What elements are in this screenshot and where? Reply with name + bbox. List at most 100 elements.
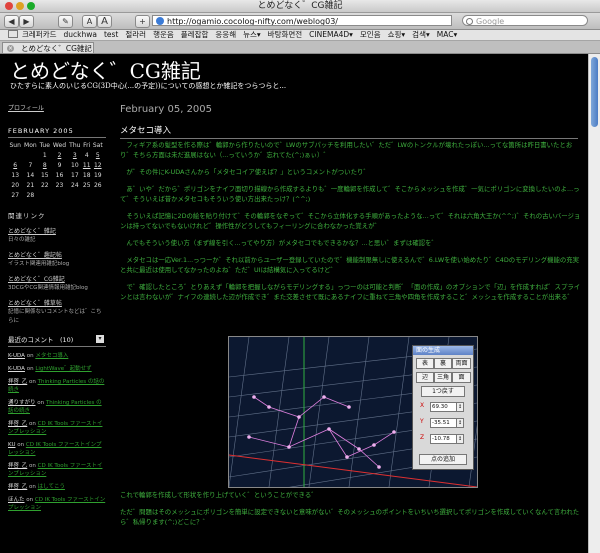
calendar-day[interactable]: 5 [92,150,104,160]
screenshot-image: 面の生成 表 裏 両面 辺 三角 面 1つ戻す X 69.30 ↕ Y -35.51 ↕ Z… [228,336,478,488]
bookmark-item[interactable]: MAC▾ [437,30,457,40]
bookmark-item[interactable]: 행운음 [153,30,174,40]
calendar-week: 6 7 8 9 10 11 12 [8,160,104,170]
search-placeholder: Google [476,17,505,26]
coordinate-stepper[interactable]: ↕ [456,434,464,444]
browser-toolbar: ◀ ▶ ✎ A A + http://ogamio.cocolog-nifty.… [0,13,600,30]
bookmark-item[interactable]: 플레잡합 [181,30,209,40]
comment-topic-link[interactable]: はしてこう [38,484,65,490]
scroll-thumb[interactable] [591,57,598,127]
comment-on-label: on [29,463,36,469]
coordinate-stepper[interactable]: ↕ [456,418,464,428]
bookmark-item[interactable]: CINEMA4D▾ [309,30,353,40]
links-heading: 関連リンク [8,212,46,220]
address-bar[interactable]: http://ogamio.cocolog-nifty.com/weblog03… [152,15,452,26]
post-title[interactable]: メタセコ導入 [120,124,578,139]
bookmark-item[interactable]: 검색▾ [412,30,430,40]
calendar-day[interactable]: 2 [51,150,67,160]
calendar-day[interactable]: 8 [38,160,51,170]
coordinate-input[interactable]: -10.78 [430,434,457,444]
post-paragraph: そういえば記憶に2Dの絵を貼り付けて゛その輪郭をなぞって゛そこから立体化する手順… [120,212,581,230]
bookmark-item[interactable]: duckhwa [64,30,97,40]
calendar-day: 24 [71,181,79,189]
front-button[interactable]: 表 [416,358,434,369]
coordinate-row: Z -10.78 ↕ [416,434,470,444]
post-paragraph: フィギア系の髪型を作る際は゛輪郭から作りたいので゛LWのサブパッチを利用したい゛… [120,141,573,159]
coordinate-input[interactable]: 69.30 [430,402,457,412]
calendar-weekday: Sat [92,141,103,149]
profile-link[interactable]: プロフィール [8,104,106,113]
post-paragraph: メタセコは一応Ver.1...っつーか゛それ以前からユーザー登録していたので゛機… [120,256,580,274]
axis-label: X [420,402,425,409]
back-button[interactable]: ◀ [4,15,19,28]
triangle-button[interactable]: 三角 [434,372,452,383]
comment-author-link[interactable]: K-UDA [8,353,25,359]
calendar-day[interactable]: 12 [92,160,104,170]
related-link[interactable]: とめどなく゛雑記 [8,227,106,236]
comment-author-link[interactable]: 拝啓_乙 [8,463,27,469]
calendar-day: 15 [40,171,49,179]
add-bookmark-button[interactable]: + [135,15,150,28]
panel-title: 面の生成 [413,346,473,355]
post-date: February 05, 2005 [120,104,213,115]
comment-author-link[interactable]: ほんた [8,497,25,503]
calendar-day: 4 [84,151,89,159]
comment-topic-link[interactable]: LightWave゛起動せず [35,366,91,372]
related-link[interactable]: とめどなく゛趣記帖 [8,251,106,260]
calendar-day[interactable]: 6 [8,160,22,170]
recent-comment: 拝啓_乙 on はしてこう [8,483,106,491]
text-larger-button[interactable]: A [97,15,112,28]
bookmark-item[interactable]: 바탕화면전 [268,30,303,40]
comment-author-link[interactable]: 拝啓_乙 [8,421,27,427]
post-paragraph: が゛その件にK-UDAさんから「メタセコイア使えば？」というコメントがついたり゛ [120,168,370,176]
coordinate-stepper[interactable]: ↕ [456,402,464,412]
coordinate-input[interactable]: -35.51 [430,418,457,428]
related-link-block: とめどなく゛CG雑記 3DCGやCG関連情報用雑記blog [8,275,106,293]
edge-button[interactable]: 辺 [416,372,434,383]
related-link[interactable]: とめどなく゛CG雑記 [8,275,106,284]
undo-one-button[interactable]: 1つ戻す [421,386,465,397]
bookmark-item[interactable]: 쇼핑▾ [388,30,406,40]
calendar-day[interactable]: 3 [68,150,82,160]
pencil-icon[interactable]: ✎ [58,15,73,28]
comment-author-link[interactable]: KU [8,442,16,448]
bookmark-item[interactable]: 응응해 [215,30,236,40]
calendar-day[interactable]: 11 [82,160,92,170]
comment-author-link[interactable]: 拝啓_乙 [8,379,27,385]
calendar-day: 22 [40,181,49,189]
back-face-button[interactable]: 裏 [434,358,452,369]
recent-comment: 拝啓_乙 on CD IK Tools ファーストインプレッション [8,420,106,436]
post-body: フィギア系の髪型を作る際は゛輪郭から作りたいので゛LWのサブパッチを利用したい゛… [120,140,582,309]
comment-author-link[interactable]: 拝啓_乙 [8,484,27,490]
book-icon[interactable] [8,30,18,38]
related-link[interactable]: とめどなく゛雑草帖 [8,299,106,308]
comment-author-link[interactable]: K-UDA [8,366,25,372]
comment-author-link[interactable]: 通りすがり [8,400,36,406]
bookmark-item[interactable]: test [104,30,118,40]
vertical-scrollbar[interactable] [588,54,600,553]
bookmark-item[interactable]: 절라러 [125,30,146,40]
both-faces-button[interactable]: 両面 [452,358,471,369]
calendar-day: 27 [11,191,20,199]
calendar-day: 9 [57,161,62,169]
blog-title[interactable]: とめどなく゛CG雑記 [10,60,201,82]
tab-close-icon[interactable]: × [7,45,14,52]
calendar-day: 16 [55,171,64,179]
bookmark-item[interactable]: 크레퍼카드 [22,30,57,40]
title-bar: とめどなく゛CG雑記 [0,0,600,13]
forward-button[interactable]: ▶ [19,15,34,28]
text-smaller-button[interactable]: A [82,15,97,28]
comment-topic-link[interactable]: メタセコ導入 [35,353,68,359]
bookmark-item[interactable]: 뉴스▾ [243,30,261,40]
add-point-button[interactable]: 点の追加 [419,454,467,465]
site-icon [156,17,164,25]
bookmark-item[interactable]: 모인음 [360,30,381,40]
comment-on-label: on [29,421,36,427]
search-field[interactable]: Google [462,15,588,26]
axis-label: Z [420,434,425,441]
face-button[interactable]: 面 [452,372,471,383]
tab-active[interactable]: × とめどなく゛CG雑記 [2,42,94,53]
bookmarks-bar: 크레퍼카드 duckhwa test 절라러 행운음 플레잡합 응응해 뉴스▾ 바탕화면전 CIN… [0,30,600,41]
recent-comment: 拝啓_乙 on Thinking Particles の話の続き [8,378,106,394]
recent-comments-toggle[interactable]: ▾ [96,335,104,343]
